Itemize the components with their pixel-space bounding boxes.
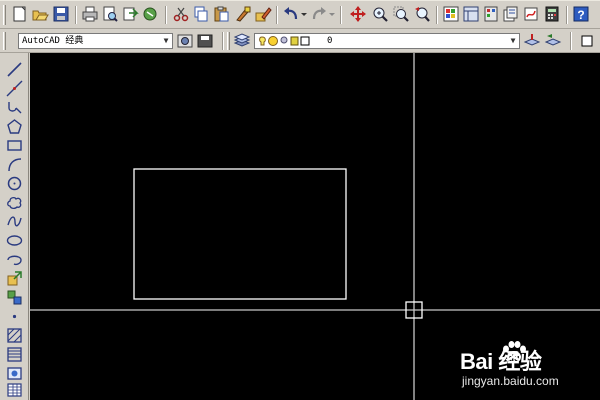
markup-icon[interactable] xyxy=(522,5,540,23)
undo-dropdown[interactable] xyxy=(300,5,308,23)
copy-icon[interactable] xyxy=(192,5,210,23)
redo-dropdown[interactable] xyxy=(328,5,336,23)
workspace-layer-toolbar: AutoCAD 经典 ▼ 0 ▼ xyxy=(0,29,600,53)
layer-state-icons xyxy=(259,36,310,46)
spline-icon[interactable] xyxy=(6,213,23,230)
polyline-icon[interactable] xyxy=(6,99,23,116)
workspace-select-value: AutoCAD 经典 xyxy=(22,36,84,46)
construction-line-icon[interactable] xyxy=(6,80,23,97)
table-icon[interactable] xyxy=(6,382,23,399)
arc-icon[interactable] xyxy=(6,156,23,173)
point-icon[interactable] xyxy=(6,308,23,325)
insert-block-icon[interactable] xyxy=(6,270,23,287)
open-icon[interactable] xyxy=(31,5,49,23)
hatch-icon[interactable] xyxy=(6,327,23,344)
print-icon[interactable] xyxy=(81,5,99,23)
separator xyxy=(75,6,77,24)
revision-cloud-icon[interactable] xyxy=(6,194,23,211)
zoom-realtime-icon[interactable] xyxy=(371,5,389,23)
separator xyxy=(165,6,167,24)
help-icon[interactable]: ? xyxy=(572,5,590,23)
workspace-save-icon[interactable] xyxy=(196,32,214,50)
chevron-down-icon: ▼ xyxy=(163,36,169,45)
line-icon[interactable] xyxy=(6,61,23,78)
print-preview-icon[interactable] xyxy=(101,5,119,23)
publish-icon[interactable] xyxy=(121,5,139,23)
calculator-icon[interactable] xyxy=(543,5,561,23)
save-icon[interactable] xyxy=(52,5,70,23)
toolbar-grip[interactable] xyxy=(3,32,6,50)
region-icon[interactable] xyxy=(6,365,23,382)
redo-icon[interactable] xyxy=(310,5,328,23)
svg-text:?: ? xyxy=(577,8,584,22)
polygon-icon[interactable] xyxy=(6,118,23,135)
layer-select[interactable]: 0 ▼ xyxy=(254,33,520,49)
design-center-icon[interactable] xyxy=(462,5,480,23)
layer-previous-icon[interactable] xyxy=(544,32,562,50)
sheet-set-icon[interactable] xyxy=(502,5,520,23)
zoom-window-icon[interactable] xyxy=(392,5,410,23)
3d-dwf-icon[interactable] xyxy=(141,5,159,23)
make-block-icon[interactable] xyxy=(6,289,23,306)
match-properties-icon[interactable] xyxy=(234,5,252,23)
draw-toolbar xyxy=(0,53,29,400)
separator xyxy=(340,6,342,24)
separator xyxy=(566,6,568,24)
separator xyxy=(222,32,224,50)
watermark-brand: Bai 经验 xyxy=(460,349,542,374)
layer-manager-icon[interactable] xyxy=(233,32,251,50)
block-editor-icon[interactable] xyxy=(254,5,272,23)
separator xyxy=(570,32,572,50)
chevron-down-icon: ▼ xyxy=(510,36,516,45)
ellipse-arc-icon[interactable] xyxy=(6,251,23,268)
rectangle-icon[interactable] xyxy=(6,137,23,154)
watermark-url: jingyan.baidu.com xyxy=(462,374,559,388)
toolbar-grip[interactable] xyxy=(3,5,6,25)
layer-select-value: 0 xyxy=(327,36,333,46)
undo-icon[interactable] xyxy=(282,5,300,23)
workspace-select[interactable]: AutoCAD 经典 ▼ xyxy=(18,33,173,49)
drawn-rectangle[interactable] xyxy=(133,168,347,300)
new-icon[interactable] xyxy=(11,5,29,23)
baidu-jingyan-watermark: du Bai 经验 jingyan.baidu.com xyxy=(460,340,600,396)
pan-icon[interactable] xyxy=(349,5,367,23)
zoom-previous-icon[interactable] xyxy=(413,5,431,23)
properties-icon[interactable] xyxy=(442,5,460,23)
circle-icon[interactable] xyxy=(6,175,23,192)
paste-icon[interactable] xyxy=(212,5,230,23)
cut-icon[interactable] xyxy=(172,5,190,23)
standard-toolbar: ? xyxy=(0,0,600,29)
workspace-settings-icon[interactable] xyxy=(176,32,194,50)
gradient-icon[interactable] xyxy=(6,346,23,363)
color-control-icon[interactable] xyxy=(579,32,597,50)
drawing-canvas[interactable]: du Bai 经验 jingyan.baidu.com xyxy=(30,53,600,400)
ellipse-icon[interactable] xyxy=(6,232,23,249)
toolbar-grip[interactable] xyxy=(227,32,230,50)
separator xyxy=(436,6,438,24)
separator xyxy=(276,6,278,24)
tool-palettes-icon[interactable] xyxy=(482,5,500,23)
make-object-layer-current-icon[interactable] xyxy=(523,32,541,50)
